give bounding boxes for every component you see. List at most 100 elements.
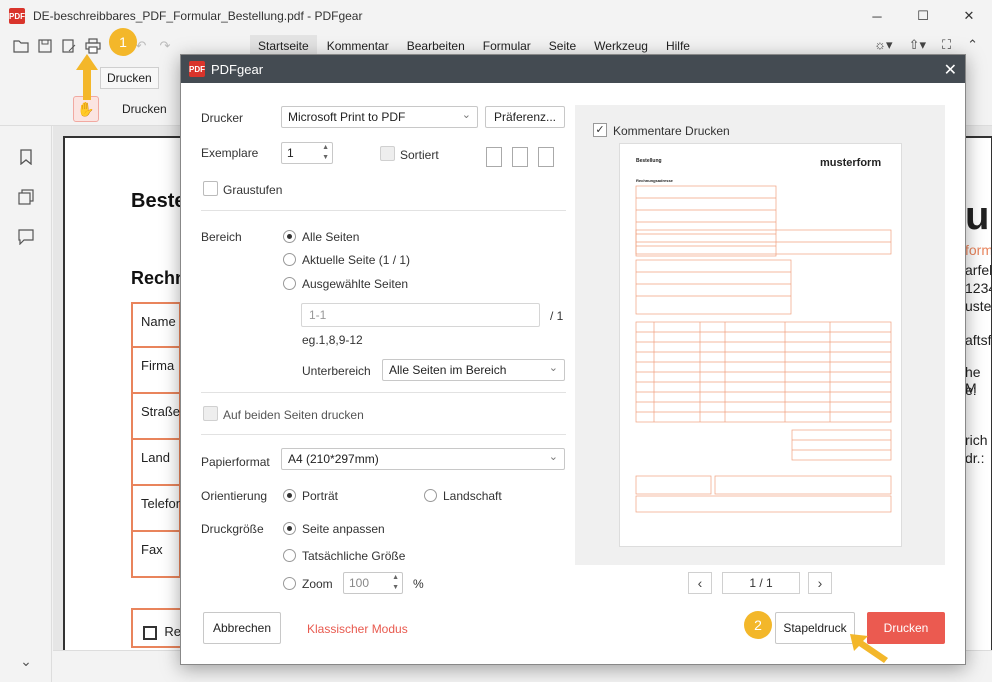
dialog-close-icon[interactable]: ✕ [944, 60, 957, 80]
zoom-unit: % [413, 577, 424, 591]
step-badge-2: 2 [744, 611, 772, 639]
cancel-button[interactable]: Abbrechen [203, 612, 281, 644]
form-row-fax[interactable]: Fax [131, 532, 181, 578]
pdfgear-logo-icon: PDF [189, 61, 205, 77]
printer-value: Microsoft Print to PDF [288, 110, 406, 124]
printsize-actual-label: Tatsächliche Größe [302, 549, 406, 563]
divider [201, 210, 566, 211]
save-icon[interactable] [36, 37, 54, 55]
copies-value: 1 [287, 146, 294, 160]
title-bar: PDF DE-beschreibbares_PDF_Formular_Beste… [0, 0, 992, 32]
peek-text-8: rich [965, 432, 988, 448]
preview-page: Bestellung musterform Rechnungsadresse [619, 143, 902, 547]
comment-icon[interactable] [17, 228, 35, 246]
redo-icon[interactable]: ↷ [156, 37, 174, 55]
paper-value: A4 (210*297mm) [288, 452, 379, 466]
form-row-telefon[interactable]: Telefon [131, 486, 183, 532]
window-title: DE-beschreibbares_PDF_Formular_Bestellun… [33, 9, 363, 23]
minimize-button[interactable]: ─ [854, 0, 900, 32]
page-indicator[interactable]: 1 / 1 [722, 572, 800, 594]
sidebar: ⌄ [0, 126, 52, 682]
range-current-label: Aktuelle Seite (1 / 1) [302, 253, 411, 267]
grayscale-label: Graustufen [223, 183, 283, 197]
printsize-fit-radio[interactable] [283, 522, 296, 535]
chevron-down-icon: ⌄ [548, 362, 558, 374]
print-preview-panel: ✓ Kommentare Drucken Bestellung musterfo… [575, 105, 945, 565]
pages-icon[interactable] [17, 188, 35, 206]
collapse-ribbon-icon[interactable]: ⌃ [967, 37, 978, 53]
theme-icon[interactable]: ☼▾ [874, 37, 892, 53]
close-button[interactable]: ✕ [946, 0, 992, 32]
sorted-checkbox[interactable] [380, 146, 395, 161]
page-range-input[interactable]: 1-1 [301, 303, 540, 327]
bookmark-icon[interactable] [17, 148, 35, 166]
preferences-button[interactable]: Präferenz... [485, 106, 565, 128]
fullscreen-icon[interactable]: ⛶ [942, 37, 951, 53]
stepper-arrows-icon[interactable]: ▲ ▼ [392, 573, 399, 593]
maximize-button[interactable]: ☐ [900, 0, 946, 32]
orientation-label: Orientierung [201, 489, 268, 503]
sorted-label: Sortiert [400, 148, 439, 162]
preview-brand: musterform [820, 157, 881, 169]
form-row-firma[interactable]: Firma [131, 348, 181, 394]
form-checkbox[interactable] [143, 625, 157, 640]
preview-thumbnail: Bestellung musterform Rechnungsadresse [635, 157, 892, 513]
preview-section: Rechnungsadresse [636, 178, 674, 183]
comments-label: Kommentare Drucken [613, 124, 730, 138]
orientation-landscape-label: Landschaft [443, 489, 502, 503]
printer-select[interactable]: Microsoft Print to PDF ⌄ [281, 106, 478, 128]
doc-heading-bestellung: Beste [131, 190, 186, 212]
subrange-label: Unterbereich [302, 364, 371, 378]
printsize-zoom-label: Zoom [302, 577, 333, 591]
doc-heading-rechnung: Rechn [131, 268, 187, 288]
form-row-land[interactable]: Land [131, 440, 181, 486]
orientation-landscape-radio[interactable] [424, 489, 437, 502]
peek-text-4: uste [965, 298, 992, 314]
step-badge-1: 1 [109, 28, 137, 56]
duplex-checkbox[interactable] [203, 406, 218, 421]
ribbon-print-label[interactable]: Drucken [122, 102, 167, 116]
range-all-label: Alle Seiten [302, 230, 360, 244]
peek-text-1: form [965, 242, 992, 258]
range-label: Bereich [201, 230, 242, 244]
arrow-up-left-icon [850, 634, 888, 663]
peek-text-5: aftsfu [965, 332, 992, 348]
copies-stepper[interactable]: 1 ▲ ▼ [281, 142, 333, 164]
range-all-radio[interactable] [283, 230, 296, 243]
hand-icon: ✋ [77, 100, 95, 117]
next-page-button[interactable]: › [808, 572, 832, 594]
printer-label: Drucker [201, 111, 244, 125]
range-selected-label: Ausgewählte Seiten [302, 277, 409, 291]
range-hint: eg.1,8,9-12 [302, 333, 363, 347]
paper-label: Papierformat [201, 455, 270, 469]
form-checkbox-label: Re [164, 624, 181, 639]
grayscale-checkbox[interactable] [203, 181, 218, 196]
classic-mode-link[interactable]: Klassischer Modus [307, 622, 408, 636]
printsize-actual-radio[interactable] [283, 549, 296, 562]
zoom-stepper[interactable]: 100 ▲ ▼ [343, 572, 403, 594]
comments-checkbox[interactable]: ✓ [593, 123, 607, 137]
paper-select[interactable]: A4 (210*297mm) ⌄ [281, 448, 565, 470]
zoom-value: 100 [349, 576, 370, 590]
prev-page-button[interactable]: ‹ [688, 572, 712, 594]
copies-label: Exemplare [201, 146, 259, 160]
printsize-zoom-radio[interactable] [283, 577, 296, 590]
batch-print-button[interactable]: Stapeldruck [775, 612, 855, 644]
range-current-radio[interactable] [283, 253, 296, 266]
print-dialog: PDF PDFgear ✕ Drucker Microsoft Print to… [180, 54, 966, 665]
stepper-arrows-icon[interactable]: ▲ ▼ [322, 143, 329, 163]
peek-text-9: dr.: [965, 450, 985, 466]
form-row-strasse[interactable]: Straße [131, 394, 181, 440]
brand-peek: u [965, 194, 990, 238]
subrange-select[interactable]: Alle Seiten im Bereich ⌄ [382, 359, 565, 381]
chevron-down-icon[interactable]: ⌄ [17, 652, 35, 670]
range-selected-radio[interactable] [283, 277, 296, 290]
range-total: / 1 [550, 309, 564, 323]
share-icon[interactable]: ⇧▾ [909, 37, 926, 53]
orientation-portrait-radio[interactable] [283, 489, 296, 502]
peek-text-2: arfel [965, 262, 992, 278]
dialog-title: PDFgear [211, 61, 264, 77]
open-folder-icon[interactable] [12, 37, 30, 55]
orientation-portrait-label: Porträt [302, 489, 339, 503]
form-row-name[interactable]: Name [131, 302, 181, 348]
